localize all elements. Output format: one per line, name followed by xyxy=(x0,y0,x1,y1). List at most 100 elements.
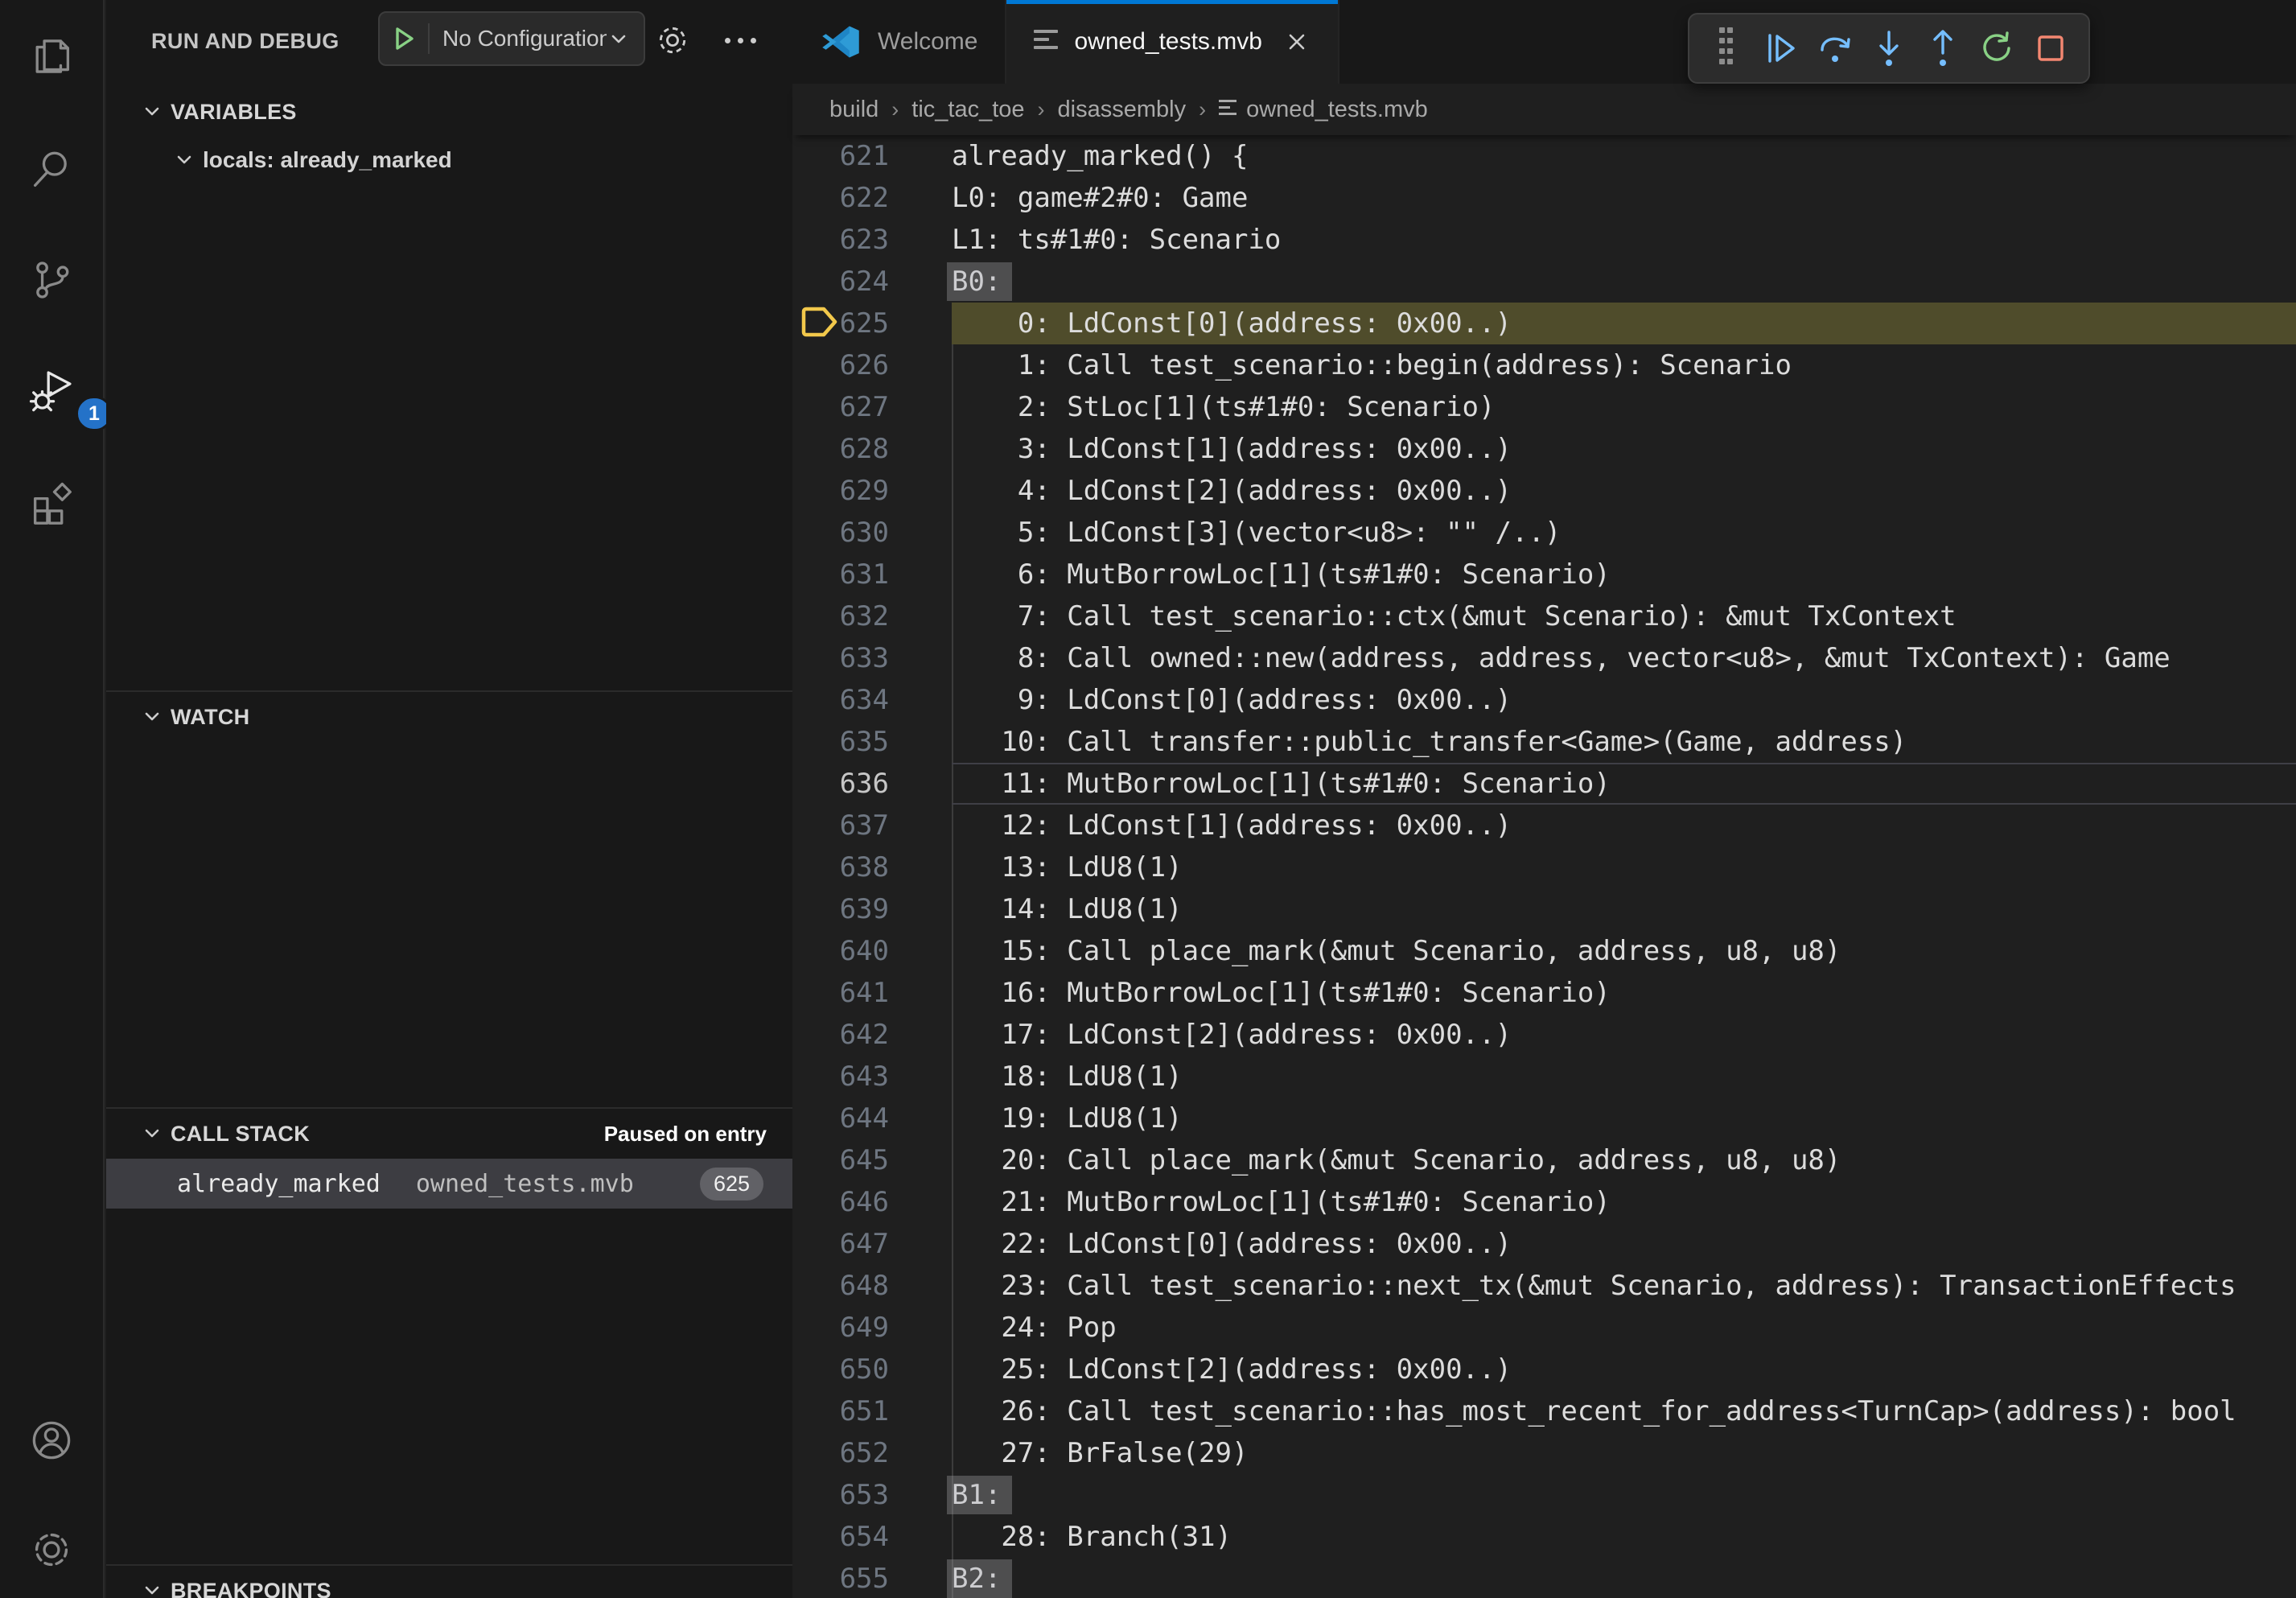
toolbar-drag-handle[interactable] xyxy=(1701,24,1755,72)
stop-button[interactable] xyxy=(2023,24,2077,72)
watch-section-header[interactable]: WATCH xyxy=(106,694,792,740)
tab-owned-tests-mvb[interactable]: owned_tests.mvb xyxy=(1006,0,1339,84)
extensions-icon[interactable] xyxy=(29,481,74,526)
step-over-button[interactable] xyxy=(1808,24,1862,72)
line-number[interactable]: 623 xyxy=(792,219,889,261)
continue-button[interactable] xyxy=(1755,24,1808,72)
code-line-639[interactable]: 639 14: LdU8(1) xyxy=(792,888,2296,930)
code-line-646[interactable]: 646 21: MutBorrowLoc[1](ts#1#0: Scenario… xyxy=(792,1181,2296,1223)
code-line-632[interactable]: 632 7: Call test_scenario::ctx(&mut Scen… xyxy=(792,595,2296,637)
breadcrumb[interactable]: build›tic_tac_toe›disassembly›owned_test… xyxy=(792,84,2296,135)
line-number[interactable]: 644 xyxy=(792,1098,889,1139)
line-number[interactable]: 655 xyxy=(792,1558,889,1598)
line-number[interactable]: 641 xyxy=(792,972,889,1014)
line-number[interactable]: 648 xyxy=(792,1265,889,1307)
line-number[interactable]: 653 xyxy=(792,1474,889,1516)
start-debug-icon[interactable] xyxy=(380,23,430,54)
code-editor[interactable]: 621already_marked() {622L0: game#2#0: Ga… xyxy=(792,135,2296,1598)
line-number[interactable]: 636 xyxy=(792,763,889,805)
code-line-635[interactable]: 635 10: Call transfer::public_transfer<G… xyxy=(792,721,2296,763)
launch-settings-gear-icon[interactable] xyxy=(653,21,692,60)
line-number[interactable]: 645 xyxy=(792,1139,889,1181)
call-stack-section-header[interactable]: CALL STACK Paused on entry xyxy=(106,1110,792,1157)
variables-section-header[interactable]: VARIABLES xyxy=(106,89,792,135)
code-line-652[interactable]: 652 27: BrFalse(29) xyxy=(792,1432,2296,1474)
code-line-628[interactable]: 628 3: LdConst[1](address: 0x00..) xyxy=(792,428,2296,470)
breakpoints-section-header[interactable]: BREAKPOINTS xyxy=(106,1567,792,1598)
line-number[interactable]: 643 xyxy=(792,1056,889,1098)
code-line-642[interactable]: 642 17: LdConst[2](address: 0x00..) xyxy=(792,1014,2296,1056)
line-number[interactable]: 630 xyxy=(792,512,889,554)
code-line-637[interactable]: 637 12: LdConst[1](address: 0x00..) xyxy=(792,805,2296,846)
code-line-638[interactable]: 638 13: LdU8(1) xyxy=(792,846,2296,888)
code-line-651[interactable]: 651 26: Call test_scenario::has_most_rec… xyxy=(792,1390,2296,1432)
code-line-655[interactable]: 655B2: xyxy=(792,1558,2296,1598)
settings-gear-icon[interactable] xyxy=(29,1527,74,1572)
code-line-650[interactable]: 650 25: LdConst[2](address: 0x00..) xyxy=(792,1349,2296,1390)
line-number[interactable]: 635 xyxy=(792,721,889,763)
debug-config-dropdown[interactable]: No Configurations xyxy=(378,11,645,66)
line-number[interactable]: 646 xyxy=(792,1181,889,1223)
line-number[interactable]: 622 xyxy=(792,177,889,219)
code-line-648[interactable]: 648 23: Call test_scenario::next_tx(&mut… xyxy=(792,1265,2296,1307)
call-stack-frame-row[interactable]: already_marked owned_tests.mvb 625 xyxy=(106,1159,792,1209)
code-line-653[interactable]: 653B1: xyxy=(792,1474,2296,1516)
search-icon[interactable] xyxy=(29,146,74,192)
code-line-636[interactable]: 636 11: MutBorrowLoc[1](ts#1#0: Scenario… xyxy=(792,763,2296,805)
breadcrumb-item[interactable]: build xyxy=(829,97,878,123)
line-number[interactable]: 639 xyxy=(792,888,889,930)
tab-welcome[interactable]: Welcome xyxy=(792,0,1006,84)
line-number[interactable]: 647 xyxy=(792,1223,889,1265)
line-number[interactable]: 640 xyxy=(792,930,889,972)
breadcrumb-item[interactable]: tic_tac_toe xyxy=(911,97,1024,123)
code-line-630[interactable]: 630 5: LdConst[3](vector<u8>: "" /..) xyxy=(792,512,2296,554)
line-number[interactable]: 638 xyxy=(792,846,889,888)
restart-button[interactable] xyxy=(1969,24,2023,72)
code-line-633[interactable]: 633 8: Call owned::new(address, address,… xyxy=(792,637,2296,679)
code-line-634[interactable]: 634 9: LdConst[0](address: 0x00..) xyxy=(792,679,2296,721)
code-line-654[interactable]: 654 28: Branch(31) xyxy=(792,1516,2296,1558)
line-number[interactable]: 621 xyxy=(792,135,889,177)
step-into-button[interactable] xyxy=(1862,24,1916,72)
code-line-644[interactable]: 644 19: LdU8(1) xyxy=(792,1098,2296,1139)
source-control-icon[interactable] xyxy=(29,257,74,303)
line-number[interactable]: 651 xyxy=(792,1390,889,1432)
code-line-623[interactable]: 623L1: ts#1#0: Scenario xyxy=(792,219,2296,261)
step-out-button[interactable] xyxy=(1915,24,1969,72)
line-number[interactable]: 629 xyxy=(792,470,889,512)
line-number[interactable]: 649 xyxy=(792,1307,889,1349)
code-line-621[interactable]: 621already_marked() { xyxy=(792,135,2296,177)
line-number[interactable]: 631 xyxy=(792,554,889,595)
line-number[interactable]: 632 xyxy=(792,595,889,637)
code-line-631[interactable]: 631 6: MutBorrowLoc[1](ts#1#0: Scenario) xyxy=(792,554,2296,595)
line-number[interactable]: 627 xyxy=(792,386,889,428)
code-line-626[interactable]: 626 1: Call test_scenario::begin(address… xyxy=(792,344,2296,386)
line-number[interactable]: 634 xyxy=(792,679,889,721)
code-line-627[interactable]: 627 2: StLoc[1](ts#1#0: Scenario) xyxy=(792,386,2296,428)
explorer-icon[interactable] xyxy=(29,34,74,79)
breadcrumb-item[interactable]: disassembly xyxy=(1058,97,1187,123)
code-line-641[interactable]: 641 16: MutBorrowLoc[1](ts#1#0: Scenario… xyxy=(792,972,2296,1014)
code-line-629[interactable]: 629 4: LdConst[2](address: 0x00..) xyxy=(792,470,2296,512)
code-line-625[interactable]: 625 0: LdConst[0](address: 0x00..) xyxy=(792,303,2296,344)
line-number[interactable]: 650 xyxy=(792,1349,889,1390)
code-line-645[interactable]: 645 20: Call place_mark(&mut Scenario, a… xyxy=(792,1139,2296,1181)
breadcrumb-item[interactable]: owned_tests.mvb xyxy=(1246,97,1428,123)
run-and-debug-icon[interactable]: 1 xyxy=(29,369,74,414)
line-number[interactable]: 626 xyxy=(792,344,889,386)
code-line-640[interactable]: 640 15: Call place_mark(&mut Scenario, a… xyxy=(792,930,2296,972)
line-number[interactable]: 628 xyxy=(792,428,889,470)
close-icon[interactable] xyxy=(1283,28,1311,56)
code-line-624[interactable]: 624B0: xyxy=(792,261,2296,303)
code-line-647[interactable]: 647 22: LdConst[0](address: 0x00..) xyxy=(792,1223,2296,1265)
line-number[interactable]: 633 xyxy=(792,637,889,679)
line-number[interactable]: 652 xyxy=(792,1432,889,1474)
code-line-649[interactable]: 649 24: Pop xyxy=(792,1307,2296,1349)
code-line-643[interactable]: 643 18: LdU8(1) xyxy=(792,1056,2296,1098)
line-number[interactable]: 624 xyxy=(792,261,889,303)
line-number[interactable]: 654 xyxy=(792,1516,889,1558)
account-icon[interactable] xyxy=(29,1418,74,1463)
variables-scope-locals[interactable]: locals: already_marked xyxy=(106,138,792,182)
more-actions-icon[interactable] xyxy=(716,21,764,60)
line-number[interactable]: 642 xyxy=(792,1014,889,1056)
